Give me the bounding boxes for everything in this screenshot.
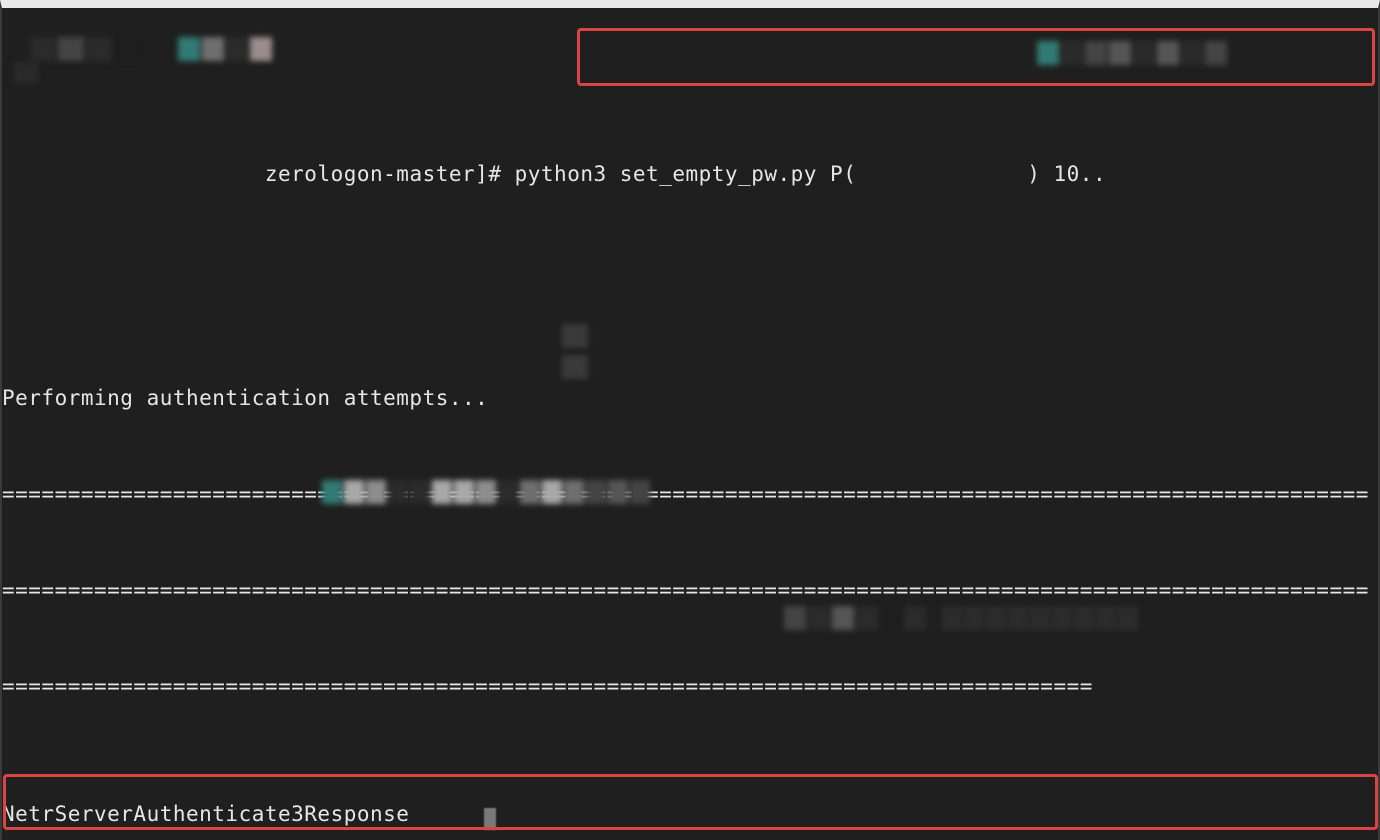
truncation: . [1093,162,1106,186]
command-text: python3 set_empty_pw.py P( [515,162,857,186]
divider-line-1: ========================================… [2,478,1378,510]
blank-line [2,254,1378,286]
ghost-prompt [2,802,496,834]
redaction-icon [784,606,926,630]
redaction-icon [942,606,1138,630]
command-arg-suffix: ) 10. [1027,162,1093,186]
redaction-icon [178,37,272,61]
redaction-icon [1037,41,1227,65]
divider-line-2: ========================================… [2,574,1378,606]
divider-line-3: ========================================… [2,670,1378,702]
redaction-icon [562,324,588,348]
redaction-icon [322,480,650,504]
prompt-indicator: ]# [475,162,501,186]
redaction-icon [562,355,588,379]
redaction-icon [14,62,38,84]
cursor-icon [484,808,496,830]
redaction-icon [30,37,140,61]
path-segment: zerologon-master [265,162,475,186]
prompt-line: zerologon-master]# python3 set_empty_pw.… [2,158,1378,190]
terminal-window[interactable]: zerologon-master]# python3 set_empty_pw.… [0,0,1380,840]
performing-line: Performing authentication attempts... [2,382,1378,414]
highlight-box-command [577,28,1375,86]
